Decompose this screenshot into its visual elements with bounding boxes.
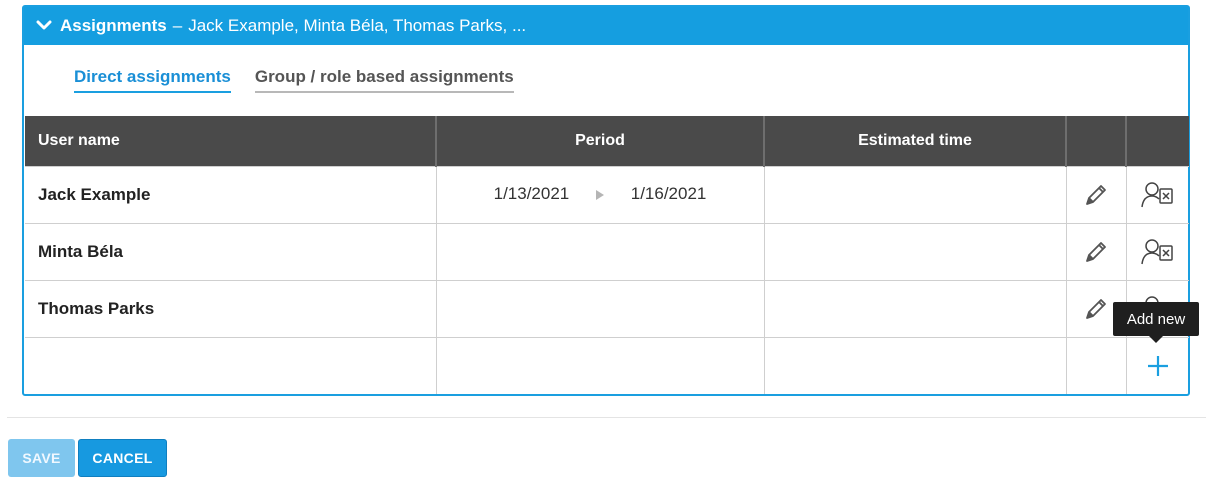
period-start: 1/13/2021 <box>493 184 570 204</box>
period-cell[interactable] <box>435 279 765 338</box>
assignments-panel: Assignments – Jack Example, Minta Béla, … <box>22 5 1190 396</box>
pencil-icon[interactable] <box>1076 232 1116 272</box>
pencil-icon[interactable] <box>1076 175 1116 215</box>
user-name-cell: Minta Béla <box>25 222 437 281</box>
table-row: Thomas Parks <box>25 279 1189 338</box>
new-period-cell[interactable] <box>435 336 765 394</box>
estimated-time-cell[interactable] <box>763 222 1067 281</box>
chevron-down-icon[interactable] <box>36 20 52 32</box>
panel-header[interactable]: Assignments – Jack Example, Minta Béla, … <box>24 7 1188 45</box>
panel-title: Assignments <box>60 16 167 35</box>
new-estimated-time-cell[interactable] <box>763 336 1067 394</box>
period-cell[interactable]: 1/13/2021 1/16/2021 <box>435 165 765 224</box>
estimated-time-cell[interactable] <box>763 165 1067 224</box>
edit-cell <box>1065 222 1127 281</box>
add-cell <box>1125 336 1189 394</box>
remove-cell <box>1125 165 1189 224</box>
remove-cell <box>1125 222 1189 281</box>
column-header-period: Period <box>436 116 765 166</box>
tab-group-role-assignments[interactable]: Group / role based assignments <box>254 67 514 93</box>
estimated-time-cell[interactable] <box>763 279 1067 338</box>
user-name-cell: Thomas Parks <box>25 279 437 338</box>
edit-cell <box>1065 165 1127 224</box>
save-button[interactable]: SAVE <box>8 439 75 477</box>
panel-title-separator: – <box>172 16 183 35</box>
panel-subtitle: Jack Example, Minta Béla, Thomas Parks, … <box>188 16 527 35</box>
remove-user-icon[interactable] <box>1138 175 1178 215</box>
column-header-remove <box>1126 116 1189 166</box>
assignments-table: User name Period Estimated time Jack Exa… <box>25 116 1189 394</box>
cancel-button[interactable]: CANCEL <box>78 439 167 477</box>
table-row: Minta Béla <box>25 222 1189 281</box>
new-row <box>25 336 1189 394</box>
triangle-right-icon <box>596 185 604 205</box>
period-end: 1/16/2021 <box>630 184 707 204</box>
column-header-estimated-time: Estimated time <box>764 116 1067 166</box>
new-user-name-cell[interactable] <box>25 336 437 394</box>
period-cell[interactable] <box>435 222 765 281</box>
column-header-edit <box>1066 116 1127 166</box>
pencil-icon[interactable] <box>1076 289 1116 329</box>
table-row: Jack Example 1/13/2021 1/16/2021 <box>25 165 1189 224</box>
assignment-tabs: Direct assignments Group / role based as… <box>74 67 514 93</box>
new-edit-cell <box>1065 336 1127 394</box>
plus-icon[interactable] <box>1138 346 1178 386</box>
tab-direct-assignments[interactable]: Direct assignments <box>74 67 231 93</box>
footer-divider <box>7 417 1206 418</box>
table-header-row: User name Period Estimated time <box>25 116 1189 166</box>
column-header-user-name: User name <box>25 116 437 166</box>
add-new-tooltip: Add new <box>1113 302 1199 343</box>
user-name-cell: Jack Example <box>25 165 437 224</box>
remove-user-icon[interactable] <box>1138 232 1178 272</box>
